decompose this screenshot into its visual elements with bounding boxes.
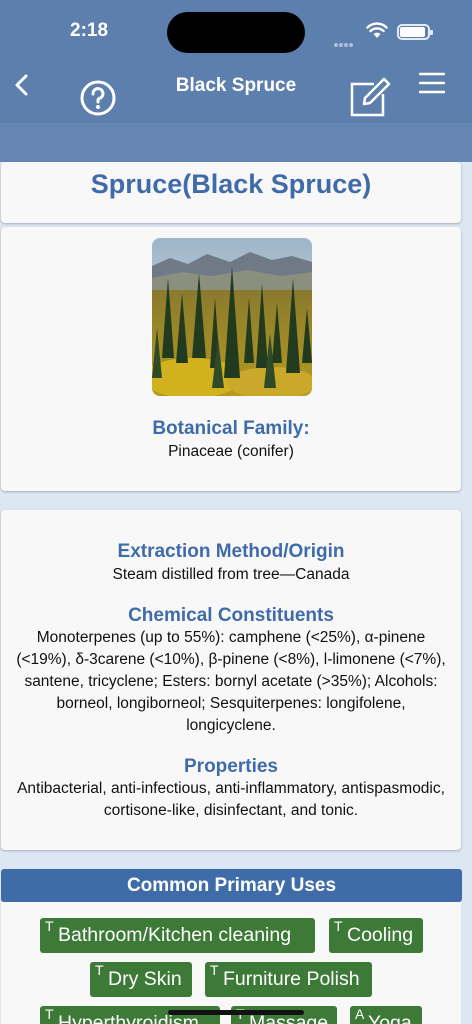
botanical-family-heading: Botanical Family: [152, 418, 310, 439]
tag-label: Bathroom/Kitchen cleaning [58, 924, 292, 946]
tag-prefix: T [334, 918, 343, 934]
wifi-icon [366, 22, 388, 38]
extraction-value: Steam distilled from tree—Canada [112, 566, 350, 583]
edit-note-icon[interactable] [350, 76, 392, 118]
tag-label: Dry Skin [108, 968, 182, 990]
status-time: 2:18 [70, 20, 109, 41]
use-tag[interactable]: A Yoga [350, 1006, 422, 1024]
tag-label: Furniture Polish [223, 968, 360, 990]
tag-label: Yoga [368, 1012, 412, 1024]
use-tag[interactable]: T Dry Skin [90, 962, 192, 997]
home-indicator[interactable] [168, 1010, 304, 1015]
tag-prefix: A [355, 1006, 365, 1022]
hamburger-menu-icon[interactable] [419, 72, 445, 94]
uses-tag-list: T Bathroom/Kitchen cleaning T Cooling T … [1, 902, 461, 1024]
spruce-forest-photo [152, 238, 312, 396]
nav-bar: Black Spruce [0, 64, 472, 162]
tag-prefix: T [210, 962, 219, 978]
use-tag[interactable]: T Hyperthyroidism [40, 1006, 220, 1024]
chemical-value: Monoterpenes (up to 55%): camphene (<25%… [16, 629, 446, 734]
use-tag[interactable]: T Massage [231, 1006, 337, 1024]
nav-title: Black Spruce [175, 75, 297, 96]
tag-prefix: T [45, 918, 54, 934]
properties-value: Antibacterial, anti-infectious, anti-inf… [17, 780, 445, 819]
extraction-heading: Extraction Method/Origin [117, 541, 345, 562]
cellular-signal-icon [334, 34, 354, 52]
use-tag[interactable]: T Furniture Polish [205, 962, 372, 997]
properties-heading: Properties [184, 756, 278, 777]
detail-card: Extraction Method/Origin Steam distilled… [1, 510, 461, 850]
page-title: Spruce(Black Spruce) [90, 169, 372, 199]
battery-icon [397, 24, 433, 40]
botanical-family-value: Pinaceae (conifer) [168, 443, 294, 460]
chemical-heading: Chemical Constituents [128, 605, 334, 626]
use-tag[interactable]: T Bathroom/Kitchen cleaning [40, 918, 315, 953]
use-tag[interactable]: T Cooling [329, 918, 423, 953]
tag-prefix: T [236, 1006, 245, 1024]
primary-uses-heading: Common Primary Uses [1, 869, 462, 902]
tag-label: Cooling [347, 924, 414, 946]
tag-prefix: T [95, 962, 104, 978]
status-bar: 2:18 [0, 0, 472, 64]
title-card: Spruce(Black Spruce) [1, 162, 461, 223]
tag-prefix: T [45, 1006, 54, 1022]
info-card: Botanical Family: Pinaceae (conifer) [1, 227, 461, 491]
camera-notch [167, 12, 305, 53]
